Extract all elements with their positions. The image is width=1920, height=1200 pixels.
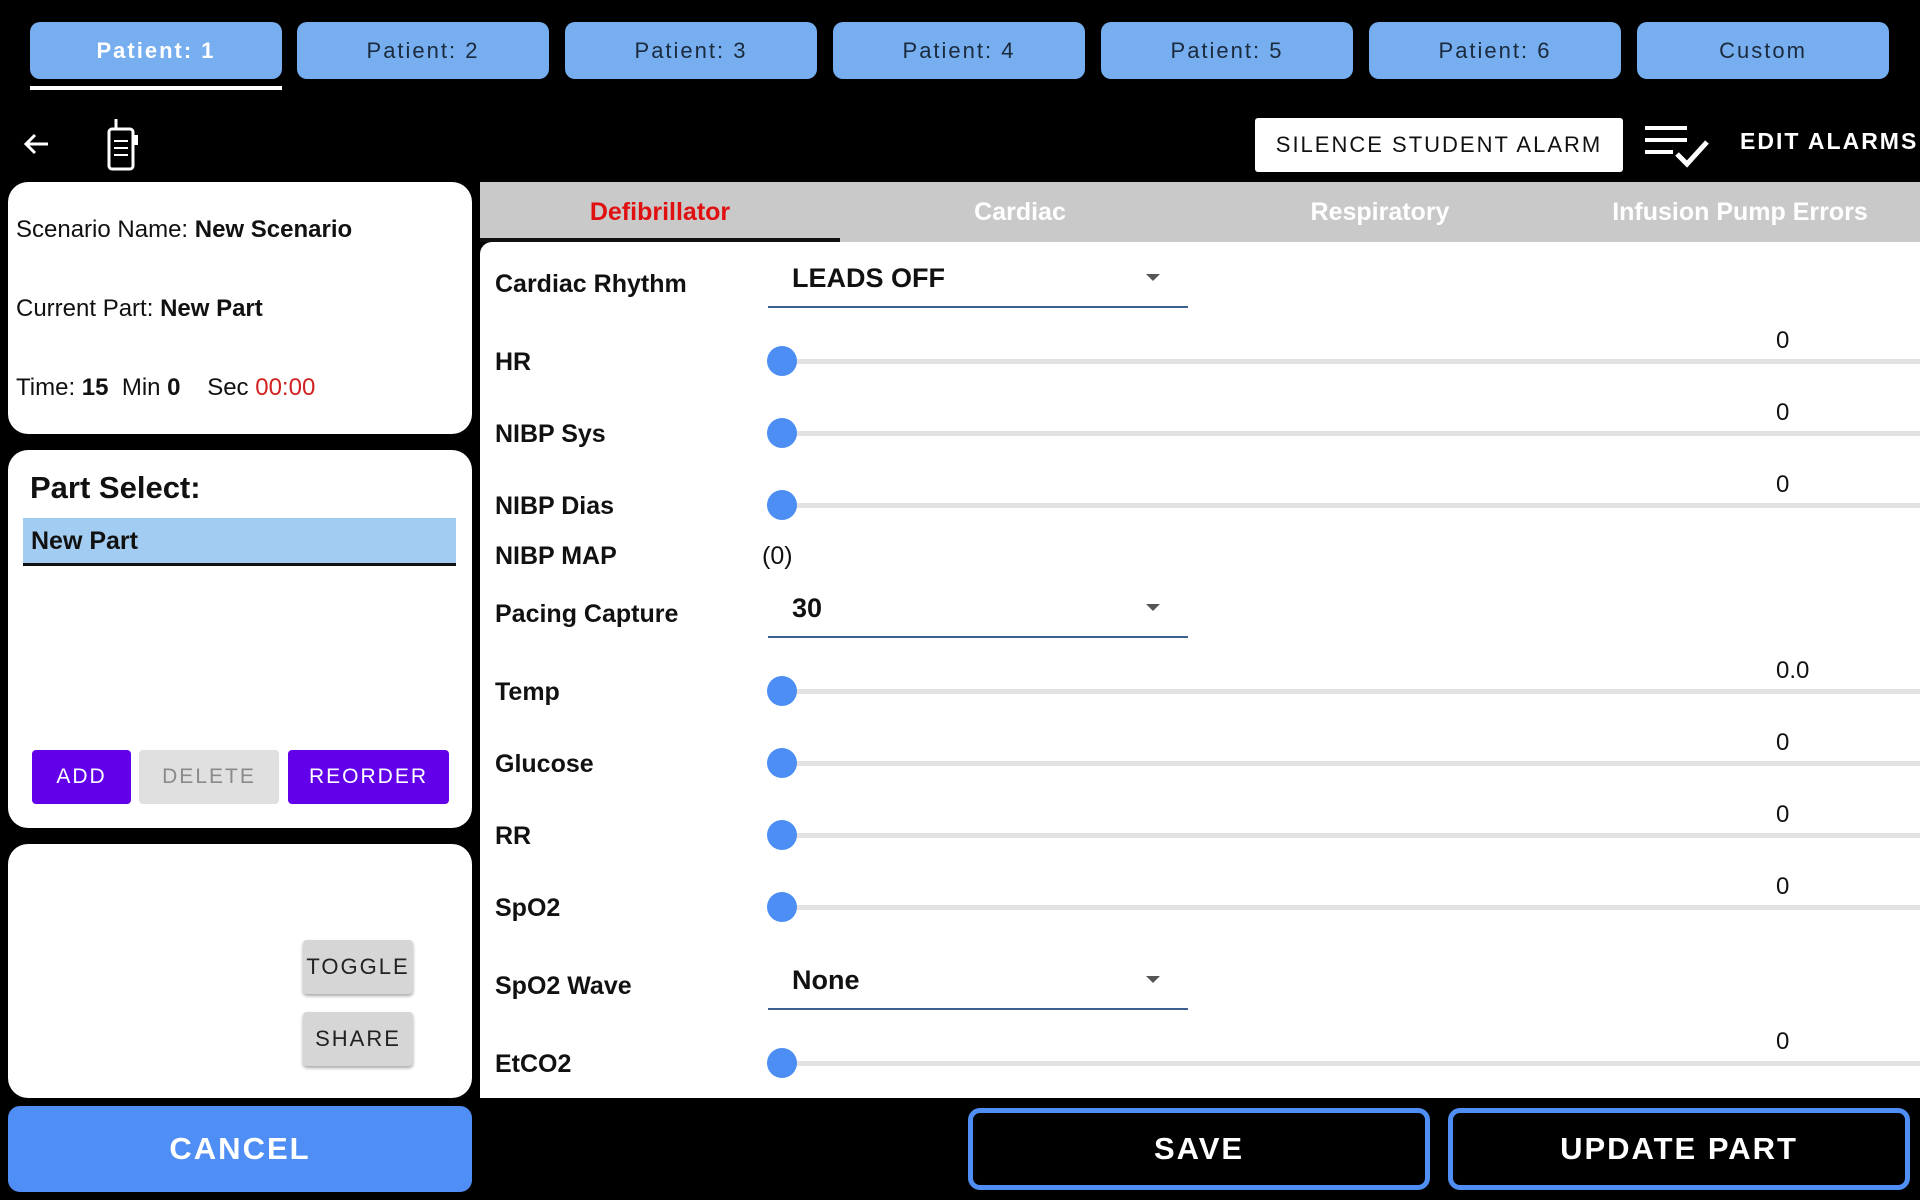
- tab-patient-6[interactable]: Patient: 6: [1369, 22, 1621, 79]
- nibp-sys-value: 0: [1776, 399, 1790, 426]
- rr-value: 0: [1776, 801, 1790, 828]
- pacing-capture-value: 30: [792, 593, 823, 623]
- scenario-name-label: Scenario Name:: [16, 216, 189, 243]
- nibp-dias-slider-thumb[interactable]: [767, 490, 797, 520]
- etco2-value: 0: [1776, 1028, 1790, 1055]
- delete-button[interactable]: DELETE: [139, 750, 279, 804]
- edit-alarms-button[interactable]: EDIT ALARMS: [1740, 128, 1918, 155]
- active-tab-indicator: [30, 86, 282, 90]
- tab-cardiac[interactable]: Cardiac: [840, 182, 1200, 242]
- nibp-dias-slider[interactable]: [767, 490, 1920, 520]
- elapsed-time: 00:00: [255, 374, 316, 401]
- time-minutes-value: 15: [81, 374, 109, 401]
- add-button[interactable]: ADD: [32, 750, 131, 804]
- scenario-name-line: Scenario Name: New Scenario: [16, 216, 352, 244]
- cardiac-rhythm-label: Cardiac Rhythm: [495, 270, 687, 298]
- rr-slider[interactable]: [767, 820, 1920, 850]
- pacing-capture-dropdown[interactable]: 30: [768, 588, 1188, 638]
- spo2-wave-label: SpO2 Wave: [495, 972, 632, 1000]
- reorder-button[interactable]: REORDER: [288, 750, 449, 804]
- etco2-label: EtCO2: [495, 1050, 572, 1078]
- tab-custom[interactable]: Custom: [1637, 22, 1889, 79]
- save-button[interactable]: SAVE: [968, 1108, 1430, 1190]
- scenario-name-value: New Scenario: [194, 216, 353, 243]
- current-part-label: Current Part:: [16, 295, 154, 322]
- pacing-capture-label: Pacing Capture: [495, 600, 679, 628]
- spo2-value: 0: [1776, 873, 1790, 900]
- defibrillator-panel: Cardiac Rhythm LEADS OFF HR 0 NIBP Sys 0…: [480, 242, 1920, 1098]
- nibp-sys-slider-thumb[interactable]: [767, 418, 797, 448]
- part-select-title: Part Select:: [30, 470, 201, 505]
- glucose-value: 0: [1776, 729, 1790, 756]
- time-label: Time:: [16, 374, 76, 401]
- time-line: Time: 15 Min 0 Sec 00:00: [16, 374, 315, 402]
- spo2-wave-dropdown[interactable]: None: [768, 960, 1188, 1010]
- temp-slider[interactable]: [767, 676, 1920, 706]
- checklist-icon[interactable]: [1642, 118, 1712, 174]
- chevron-down-icon: [1146, 604, 1160, 611]
- temp-label: Temp: [495, 678, 560, 706]
- tab-patient-1[interactable]: Patient: 1: [30, 22, 282, 79]
- tab-patient-3[interactable]: Patient: 3: [565, 22, 817, 79]
- current-part-value: New Part: [160, 295, 263, 322]
- rr-slider-thumb[interactable]: [767, 820, 797, 850]
- etco2-slider-thumb[interactable]: [767, 1048, 797, 1078]
- chevron-down-icon: [1146, 976, 1160, 983]
- glucose-slider-thumb[interactable]: [767, 748, 797, 778]
- spo2-wave-value: None: [792, 965, 860, 995]
- hr-label: HR: [495, 348, 532, 376]
- hr-value: 0: [1776, 327, 1790, 354]
- glucose-label: Glucose: [495, 750, 594, 778]
- list-item[interactable]: New Part: [23, 518, 456, 566]
- actions-card: TOGGLE SHARE: [8, 844, 472, 1098]
- toggle-button[interactable]: TOGGLE: [303, 940, 413, 994]
- radio-icon[interactable]: [100, 116, 144, 174]
- current-part-line: Current Part: New Part: [16, 295, 263, 323]
- nibp-dias-value: 0: [1776, 471, 1790, 498]
- glucose-slider[interactable]: [767, 748, 1920, 778]
- hr-slider-thumb[interactable]: [767, 346, 797, 376]
- tab-infusion-pump-errors[interactable]: Infusion Pump Errors: [1560, 182, 1920, 242]
- temp-value: 0.0: [1776, 657, 1810, 684]
- silence-student-alarm-button[interactable]: SILENCE STUDENT ALARM: [1255, 118, 1623, 172]
- share-button[interactable]: SHARE: [303, 1012, 413, 1066]
- min-label: Min: [121, 374, 161, 401]
- tab-patient-5[interactable]: Patient: 5: [1101, 22, 1353, 79]
- section-tab-bar: Defibrillator Cardiac Respiratory Infusi…: [480, 182, 1920, 242]
- nibp-map-label: NIBP MAP: [495, 542, 617, 570]
- spo2-slider[interactable]: [767, 892, 1920, 922]
- back-arrow-icon[interactable]: [14, 122, 58, 166]
- min-value: 0: [167, 374, 181, 401]
- nibp-sys-slider[interactable]: [767, 418, 1920, 448]
- hr-slider[interactable]: [767, 346, 1920, 376]
- scenario-info-card: Scenario Name: New Scenario Current Part…: [8, 182, 472, 434]
- part-select-card: Part Select: New Part ADD DELETE REORDER: [8, 450, 472, 828]
- cardiac-rhythm-value: LEADS OFF: [792, 263, 945, 293]
- nibp-sys-label: NIBP Sys: [495, 420, 606, 448]
- nibp-dias-label: NIBP Dias: [495, 492, 615, 520]
- tab-patient-2[interactable]: Patient: 2: [297, 22, 549, 79]
- chevron-down-icon: [1146, 274, 1160, 281]
- tab-defibrillator[interactable]: Defibrillator: [480, 182, 840, 242]
- etco2-slider[interactable]: [767, 1048, 1920, 1078]
- tab-respiratory[interactable]: Respiratory: [1200, 182, 1560, 242]
- spo2-label: SpO2: [495, 894, 561, 922]
- cardiac-rhythm-dropdown[interactable]: LEADS OFF: [768, 258, 1188, 308]
- rr-label: RR: [495, 822, 532, 850]
- cancel-button[interactable]: CANCEL: [8, 1106, 472, 1192]
- temp-slider-thumb[interactable]: [767, 676, 797, 706]
- tab-patient-4[interactable]: Patient: 4: [833, 22, 1085, 79]
- update-part-button[interactable]: UPDATE PART: [1448, 1108, 1910, 1190]
- sec-label: Sec: [207, 374, 249, 401]
- spo2-slider-thumb[interactable]: [767, 892, 797, 922]
- nibp-map-value: (0): [762, 542, 793, 570]
